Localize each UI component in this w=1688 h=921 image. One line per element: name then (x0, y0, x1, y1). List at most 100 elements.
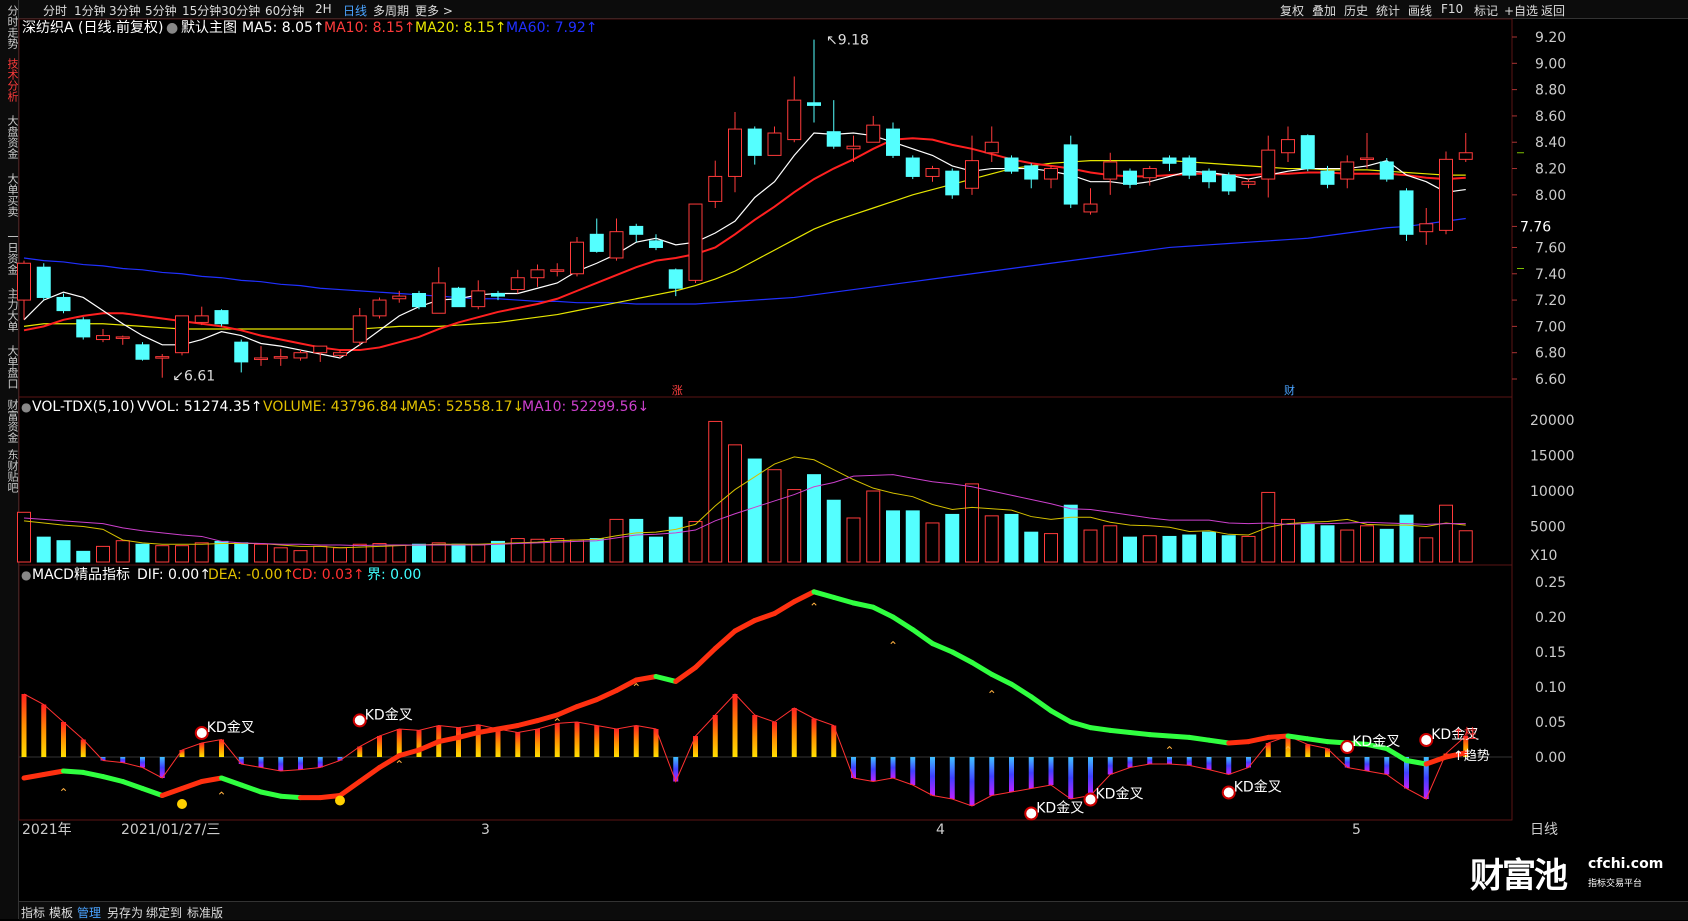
macd-hist-bar (41, 704, 47, 757)
vol-legend-dot: ● (21, 400, 31, 414)
macd-hist-bar (910, 757, 916, 785)
stock-chart[interactable]: 9.20 9.00 8.80 8.60 8.40 8.20 8.00 7.76 7.60 7.40… (0, 0, 1688, 919)
candle-body (984, 141, 999, 154)
volume-bar (1063, 504, 1078, 563)
volume-bar (1320, 525, 1335, 563)
macd-dif-segment (1305, 736, 1330, 745)
macd-dif-segment (890, 614, 916, 633)
candle-body (1261, 149, 1276, 180)
macd-dif-segment (495, 723, 521, 732)
macd-hist-bar (1068, 757, 1074, 799)
macd-hist-bar (179, 750, 185, 757)
macd-dif-segment (1127, 730, 1153, 738)
macd-arrow-marker: ⌃ (631, 681, 641, 695)
volume-bar (629, 518, 644, 563)
candle-body (1063, 144, 1078, 205)
macd-dif-segment (357, 765, 382, 784)
volume-bar (1340, 529, 1355, 563)
macd-hist-bar (298, 757, 303, 770)
macd-hist-bar (989, 757, 995, 796)
candle-body (135, 344, 150, 360)
macd-dif-segment (1384, 746, 1409, 763)
macd-dif-segment (910, 627, 935, 647)
candle-body (767, 132, 782, 156)
candle-body (1360, 157, 1374, 161)
vol-legend-0: VOL-TDX(5,10) (32, 399, 135, 415)
candle-body (234, 341, 249, 363)
kd-cross-label: KD金叉 (207, 720, 255, 736)
volume-bar (925, 522, 940, 563)
macd-dif-segment (1226, 739, 1251, 746)
macd-dif-segment (396, 747, 422, 759)
main-legend-6: MA60: 7.92↑ (506, 20, 598, 36)
volume-bar (1162, 535, 1177, 563)
candle-body (155, 356, 170, 359)
macd-hist-bar (1206, 757, 1212, 770)
footer-button-3[interactable]: 另存为 (107, 904, 143, 921)
event-mark-cai: 财 (1284, 383, 1295, 397)
candle-body (1182, 157, 1197, 176)
event-mark-zhang: 涨 (672, 384, 683, 397)
footer-button-2[interactable]: 管理 (77, 904, 101, 921)
macd-hist-bar (199, 743, 205, 757)
candle-body (412, 293, 426, 308)
candle-body (115, 336, 130, 339)
footer-button-0[interactable]: 指标 (21, 904, 45, 921)
volume-bar (76, 550, 91, 563)
volume-bar (412, 543, 426, 563)
candle-body (313, 345, 328, 354)
candle-body (1458, 152, 1473, 160)
ma60-line (23, 217, 1466, 305)
footer-button-5[interactable]: 标准版 (187, 904, 223, 921)
volume-bar (570, 539, 584, 563)
footer-button-1[interactable]: 模板 (49, 904, 73, 921)
macd-dif-segment (100, 774, 126, 784)
macd-dif-segment (258, 789, 284, 799)
watermark-slogan: 指标交易平台 (1588, 879, 1643, 889)
macd-hist-bar (535, 729, 540, 757)
volume-bar (747, 458, 762, 563)
candle-body (17, 262, 31, 301)
candle-body (273, 356, 288, 359)
candle-body (392, 295, 407, 300)
candle-body (728, 128, 742, 177)
volume-bar (510, 538, 525, 563)
macd-hist-bar (1028, 757, 1034, 789)
footer-button-4[interactable]: 绑定到 (146, 904, 182, 921)
price-tick-label: 9.20 (1535, 30, 1566, 46)
candle-body (1024, 165, 1039, 180)
volume-bar (135, 543, 150, 563)
macd-hist-bar (791, 708, 797, 757)
volume-bar (17, 511, 31, 563)
macd-dif-segment (594, 688, 619, 703)
candle-body (1083, 203, 1098, 213)
volume-bar (1241, 535, 1256, 563)
candle-body (747, 128, 762, 156)
macd-dif-segment (989, 671, 1014, 687)
volume-bar (787, 489, 802, 563)
macd-dif-segment (278, 793, 303, 801)
candle-body (866, 124, 881, 143)
macd-dif-segment (475, 726, 501, 735)
candle-body (96, 335, 110, 341)
date-axis-label: 2021年 (22, 822, 72, 838)
macd-hist-bar (851, 757, 856, 778)
price-tick-label: 6.60 (1535, 372, 1566, 388)
macd-dif-segment (238, 782, 264, 795)
volume-bar (1202, 531, 1216, 563)
macd-dif-segment (1028, 694, 1054, 714)
macd-hist-bar (1147, 757, 1153, 764)
volume-bar (1300, 523, 1315, 563)
candle-body (1300, 135, 1315, 170)
candle-body (510, 277, 525, 291)
candle-body (945, 170, 960, 196)
macd-hist-bar (1305, 744, 1311, 757)
macd-hist-bar (61, 722, 66, 757)
price-tick-label: 7.00 (1535, 319, 1566, 335)
macd-dif-segment (436, 734, 461, 745)
macd-hist-bar (495, 729, 501, 757)
macd-tick-label: 0.05 (1535, 715, 1566, 731)
macd-dif-segment (554, 704, 580, 718)
macd-dif-segment (1246, 734, 1271, 745)
volume-bar (1360, 525, 1374, 563)
